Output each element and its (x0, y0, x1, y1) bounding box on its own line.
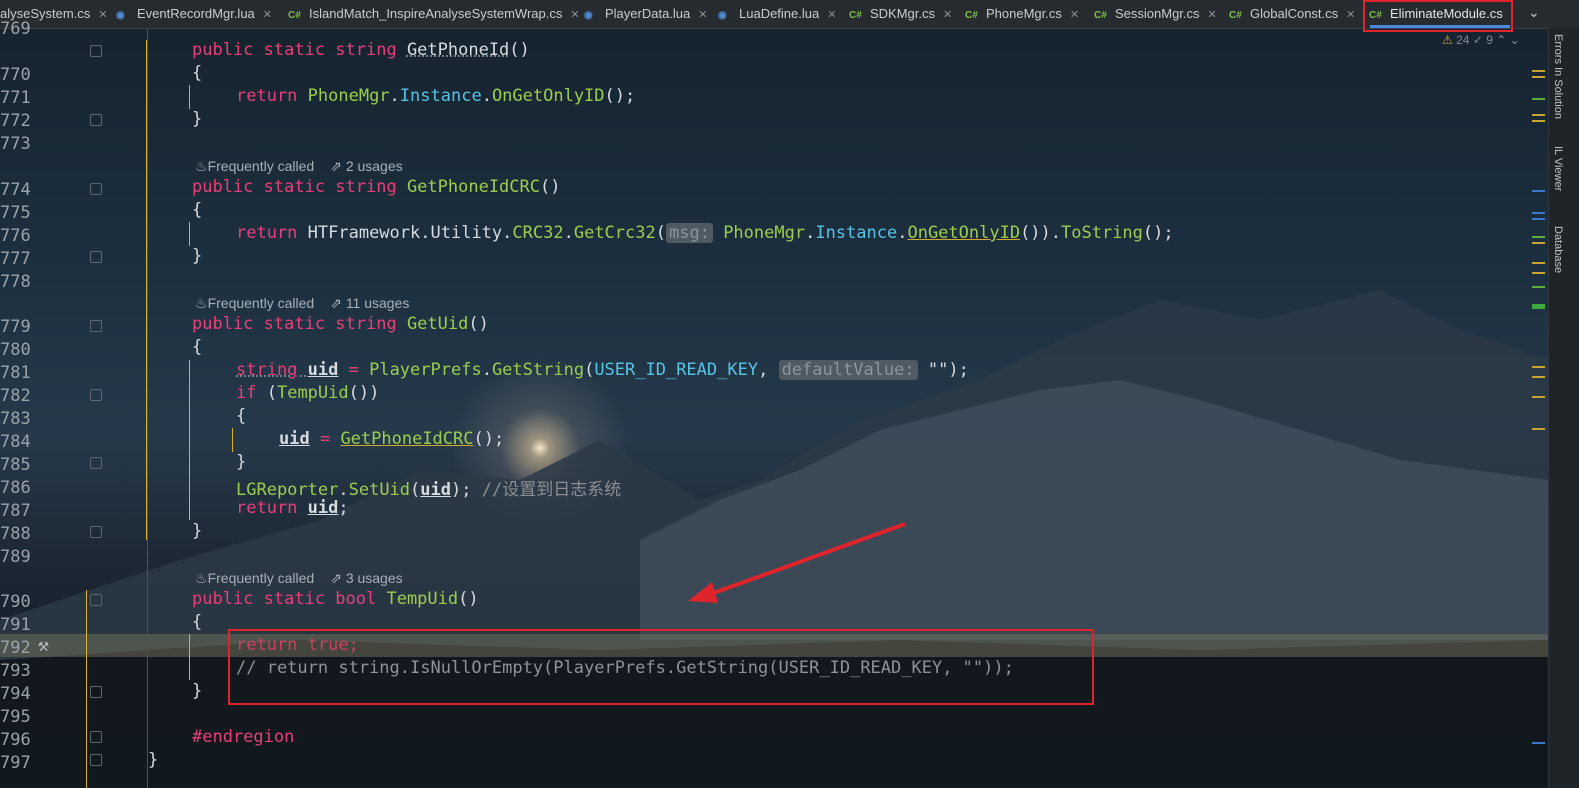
annotation-arrow (688, 522, 906, 603)
